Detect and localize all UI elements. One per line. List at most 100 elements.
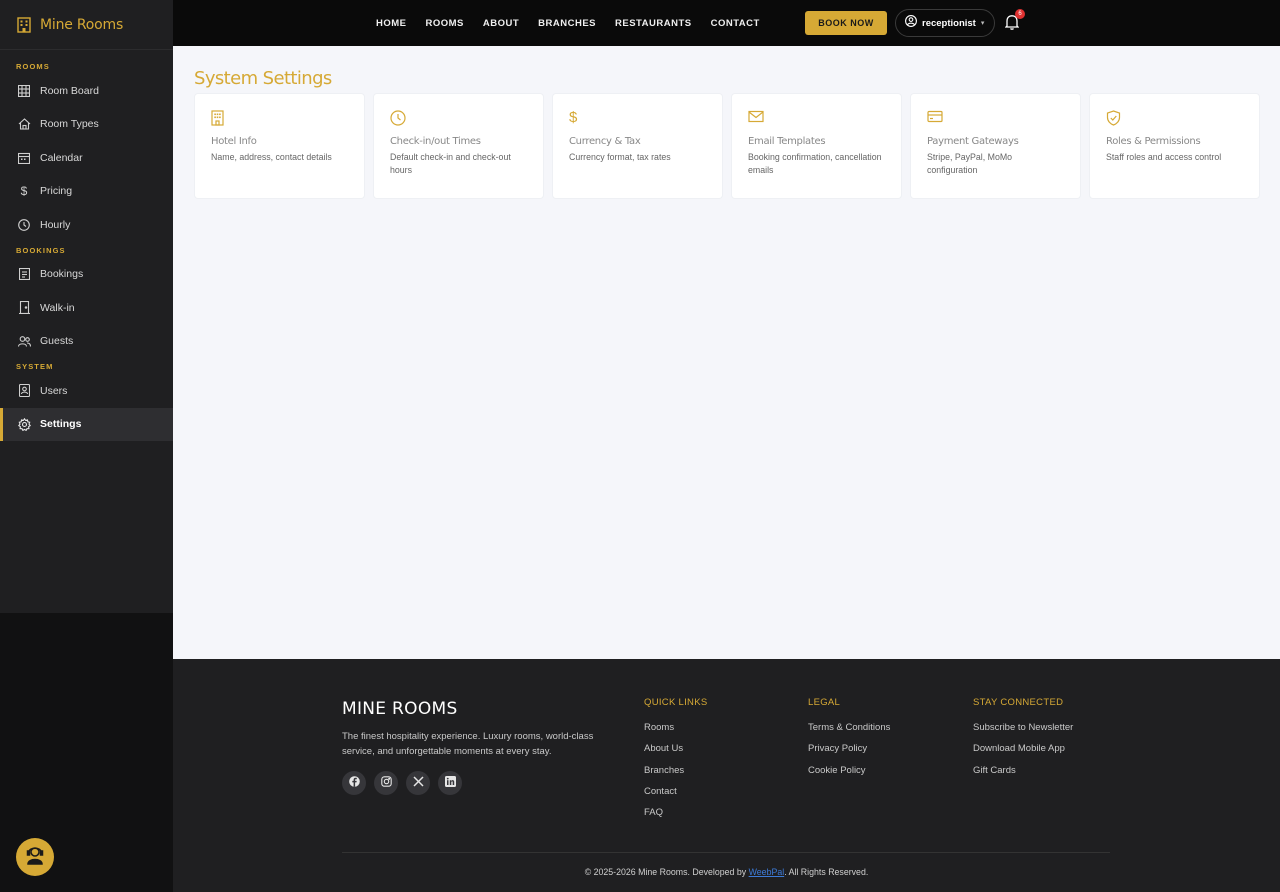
card-description: Default check-in and check-out hours	[390, 152, 511, 175]
main-nav: HOME ROOMS ABOUT BRANCHES RESTAURANTS CO…	[376, 0, 779, 46]
bell-icon	[1004, 15, 1020, 34]
user-name: receptionist	[922, 17, 976, 29]
nav-link-branches[interactable]: BRANCHES	[538, 18, 596, 29]
footer-link-mobile-app[interactable]: Download Mobile App	[973, 743, 1073, 764]
sidebar: Mine Rooms ROOMS Room Board Room Types C…	[0, 0, 173, 613]
sidebar-item-users[interactable]: Users	[0, 374, 173, 408]
sidebar-item-label: Hourly	[40, 218, 71, 231]
section-title-rooms: ROOMS	[16, 62, 50, 71]
sidebar-item-label: Walk-in	[40, 301, 75, 314]
gear-icon	[17, 417, 31, 431]
sidebar-item-label: Room Board	[40, 84, 99, 97]
building-icon	[211, 110, 227, 126]
user-circle-icon	[905, 14, 917, 32]
section-title-bookings: BOOKINGS	[16, 245, 66, 255]
card-description: Stripe, PayPal, MoMo configuration	[927, 152, 1013, 175]
notifications-button[interactable]: 6	[1004, 9, 1025, 34]
sidebar-item-hourly[interactable]: Hourly	[0, 208, 173, 242]
nav-link-about[interactable]: ABOUT	[483, 18, 519, 29]
section-title-system: SYSTEM	[16, 362, 54, 371]
settings-card-check-in-out-times[interactable]: Check-in/out Times Default check-in and …	[374, 94, 543, 198]
instagram-link[interactable]	[374, 771, 398, 795]
x-icon	[412, 774, 424, 792]
sidebar-item-room-types[interactable]: Room Types	[0, 108, 173, 142]
notification-count-badge: 6	[1015, 9, 1025, 19]
social-links	[342, 771, 462, 795]
dollar-icon: $	[20, 184, 28, 199]
footer-column-quick-links: QUICK LINKS Rooms About Us Branches Cont…	[644, 697, 707, 828]
id-badge-icon	[17, 384, 31, 398]
top-navbar: HOME ROOMS ABOUT BRANCHES RESTAURANTS CO…	[173, 0, 1280, 46]
settings-card-email-templates[interactable]: Email Templates Booking confirmation, ca…	[732, 94, 901, 198]
footer-column-stay-connected: STAY CONNECTED Subscribe to Newsletter D…	[973, 697, 1073, 786]
copyright-suffix: . All Rights Reserved.	[784, 867, 869, 877]
shield-check-icon	[1106, 110, 1122, 126]
footer-link-cookie[interactable]: Cookie Policy	[808, 765, 890, 786]
sidebar-item-walk-in[interactable]: Walk-in	[0, 291, 173, 325]
support-agent-icon	[26, 845, 44, 870]
sidebar-item-calendar[interactable]: Calendar	[0, 141, 173, 175]
envelope-icon	[748, 110, 764, 126]
footer-link-gift-cards[interactable]: Gift Cards	[973, 765, 1073, 786]
footer-brand: MINE ROOMS	[342, 699, 458, 719]
sidebar-item-label: Settings	[40, 418, 82, 431]
sidebar-item-label: Bookings	[40, 268, 84, 281]
facebook-icon	[348, 774, 360, 792]
footer-link-terms[interactable]: Terms & Conditions	[808, 722, 890, 743]
nav-link-restaurants[interactable]: RESTAURANTS	[615, 18, 692, 29]
card-title: Currency & Tax	[569, 136, 641, 147]
facebook-link[interactable]	[342, 771, 366, 795]
user-menu-button[interactable]: receptionist ▾	[895, 9, 995, 37]
brand[interactable]: Mine Rooms	[0, 0, 173, 50]
sidebar-item-pricing[interactable]: $ Pricing	[0, 175, 173, 209]
footer-column-legal: LEGAL Terms & Conditions Privacy Policy …	[808, 697, 890, 786]
chevron-down-icon: ▾	[980, 20, 985, 27]
sidebar-item-label: Room Types	[40, 118, 99, 131]
nav-link-contact[interactable]: CONTACT	[711, 18, 760, 29]
footer-heading: LEGAL	[808, 697, 841, 708]
card-description: Name, address, contact details	[211, 152, 332, 162]
clock-icon	[17, 218, 31, 232]
footer-link-privacy[interactable]: Privacy Policy	[808, 743, 890, 764]
instagram-icon	[380, 774, 392, 792]
sidebar-item-settings[interactable]: Settings	[0, 407, 173, 441]
developer-link[interactable]: WeebPal	[749, 867, 785, 877]
settings-card-currency-tax[interactable]: $ Currency & Tax Currency format, tax ra…	[553, 94, 722, 198]
credit-card-icon	[927, 110, 943, 126]
support-agent-button[interactable]	[16, 838, 54, 876]
settings-card-hotel-info[interactable]: Hotel Info Name, address, contact detail…	[195, 94, 364, 198]
settings-card-roles-permissions[interactable]: Roles & Permissions Staff roles and acce…	[1090, 94, 1259, 198]
footer-link-about-us[interactable]: About Us	[644, 743, 707, 764]
card-title: Check-in/out Times	[390, 136, 481, 147]
settings-cards: Hotel Info Name, address, contact detail…	[195, 94, 1259, 198]
footer-link-rooms[interactable]: Rooms	[644, 722, 707, 743]
list-icon	[17, 267, 31, 281]
card-title: Email Templates	[748, 136, 826, 147]
copyright: © 2025-2026 Mine Rooms. Developed by Wee…	[173, 867, 1280, 877]
sidebar-item-bookings[interactable]: Bookings	[0, 258, 173, 292]
settings-card-payment-gateways[interactable]: Payment Gateways Stripe, PayPal, MoMo co…	[911, 94, 1080, 198]
copyright-prefix: © 2025-2026 Mine Rooms. Developed by	[584, 867, 749, 877]
home-icon	[17, 117, 31, 131]
x-link[interactable]	[406, 771, 430, 795]
card-title: Payment Gateways	[927, 136, 1019, 147]
book-now-button[interactable]: BOOK NOW	[805, 11, 887, 35]
building-logo-icon	[17, 16, 31, 33]
main-content: System Settings Hotel Info Name, address…	[173, 46, 1280, 659]
card-description: Currency format, tax rates	[569, 152, 671, 162]
sidebar-item-label: Users	[40, 384, 68, 397]
nav-link-rooms[interactable]: ROOMS	[426, 18, 464, 29]
footer-link-newsletter[interactable]: Subscribe to Newsletter	[973, 722, 1073, 743]
linkedin-link[interactable]	[438, 771, 462, 795]
sidebar-item-room-board[interactable]: Room Board	[0, 74, 173, 108]
sidebar-item-label: Pricing	[40, 185, 73, 198]
footer-heading: QUICK LINKS	[644, 697, 708, 708]
footer-link-contact[interactable]: Contact	[644, 786, 707, 807]
sidebar-item-guests[interactable]: Guests	[0, 325, 173, 359]
site-footer: MINE ROOMS The finest hospitality experi…	[173, 659, 1280, 892]
nav-link-home[interactable]: HOME	[376, 18, 407, 29]
footer-link-faq[interactable]: FAQ	[644, 807, 707, 828]
card-title: Hotel Info	[211, 136, 257, 147]
footer-link-branches[interactable]: Branches	[644, 765, 707, 786]
sidebar-item-label: Calendar	[40, 151, 83, 164]
